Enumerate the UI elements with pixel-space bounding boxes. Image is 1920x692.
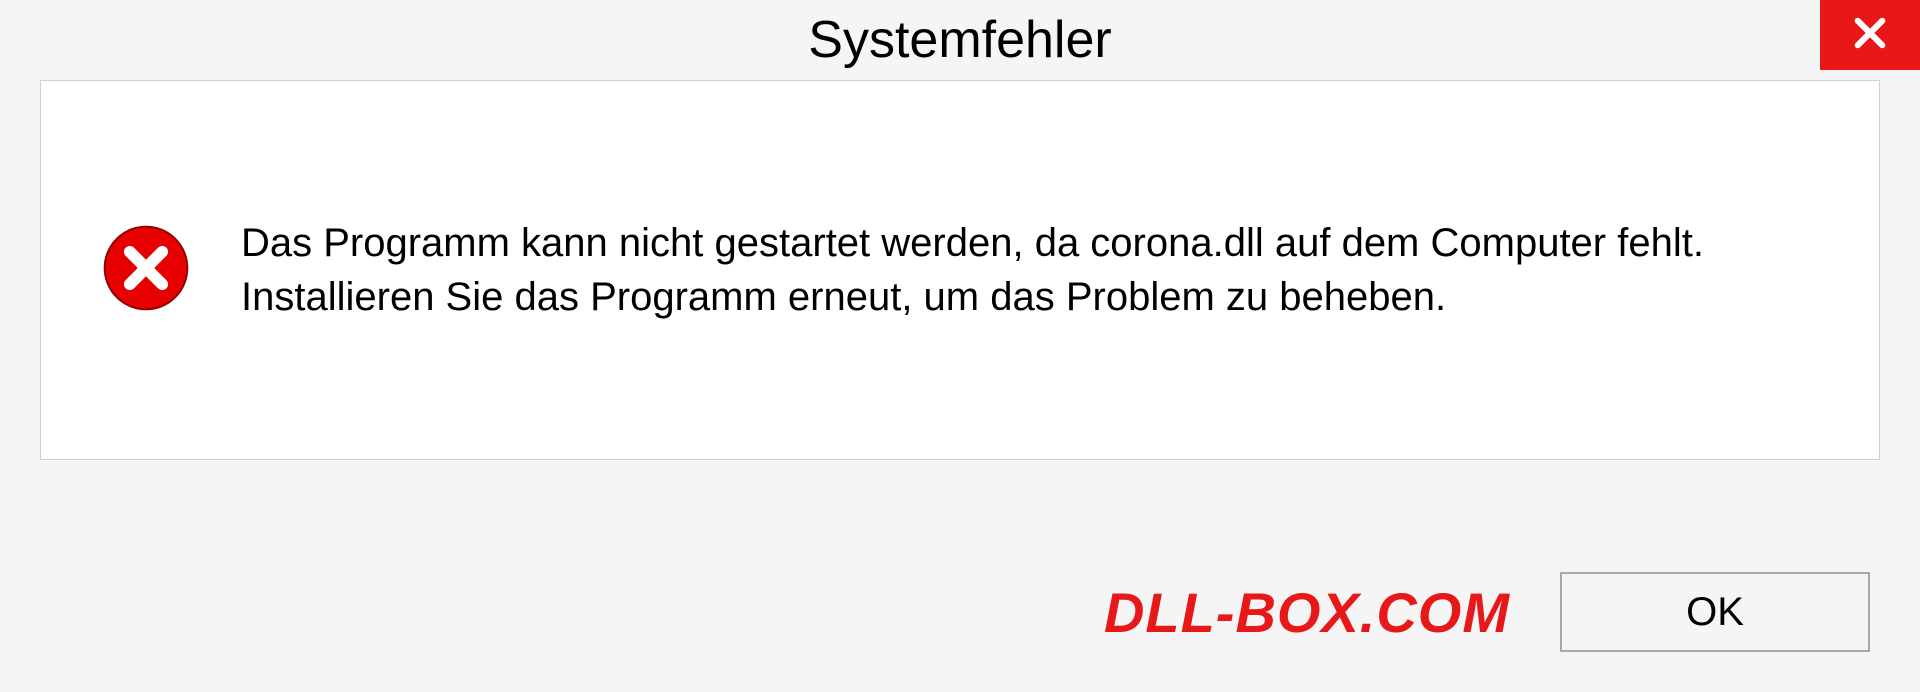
watermark-text: DLL-BOX.COM <box>1104 580 1510 645</box>
error-message: Das Programm kann nicht gestartet werden… <box>241 216 1819 324</box>
ok-button[interactable]: OK <box>1560 572 1870 652</box>
titlebar: Systemfehler <box>0 0 1920 80</box>
close-icon <box>1849 12 1891 59</box>
footer-bar: DLL-BOX.COM OK <box>0 532 1920 692</box>
dialog-title: Systemfehler <box>808 10 1111 70</box>
close-button[interactable] <box>1820 0 1920 70</box>
content-area: Das Programm kann nicht gestartet werden… <box>40 80 1880 460</box>
error-icon <box>101 223 191 318</box>
error-dialog: Systemfehler Das Programm kann nicht ges… <box>0 0 1920 692</box>
